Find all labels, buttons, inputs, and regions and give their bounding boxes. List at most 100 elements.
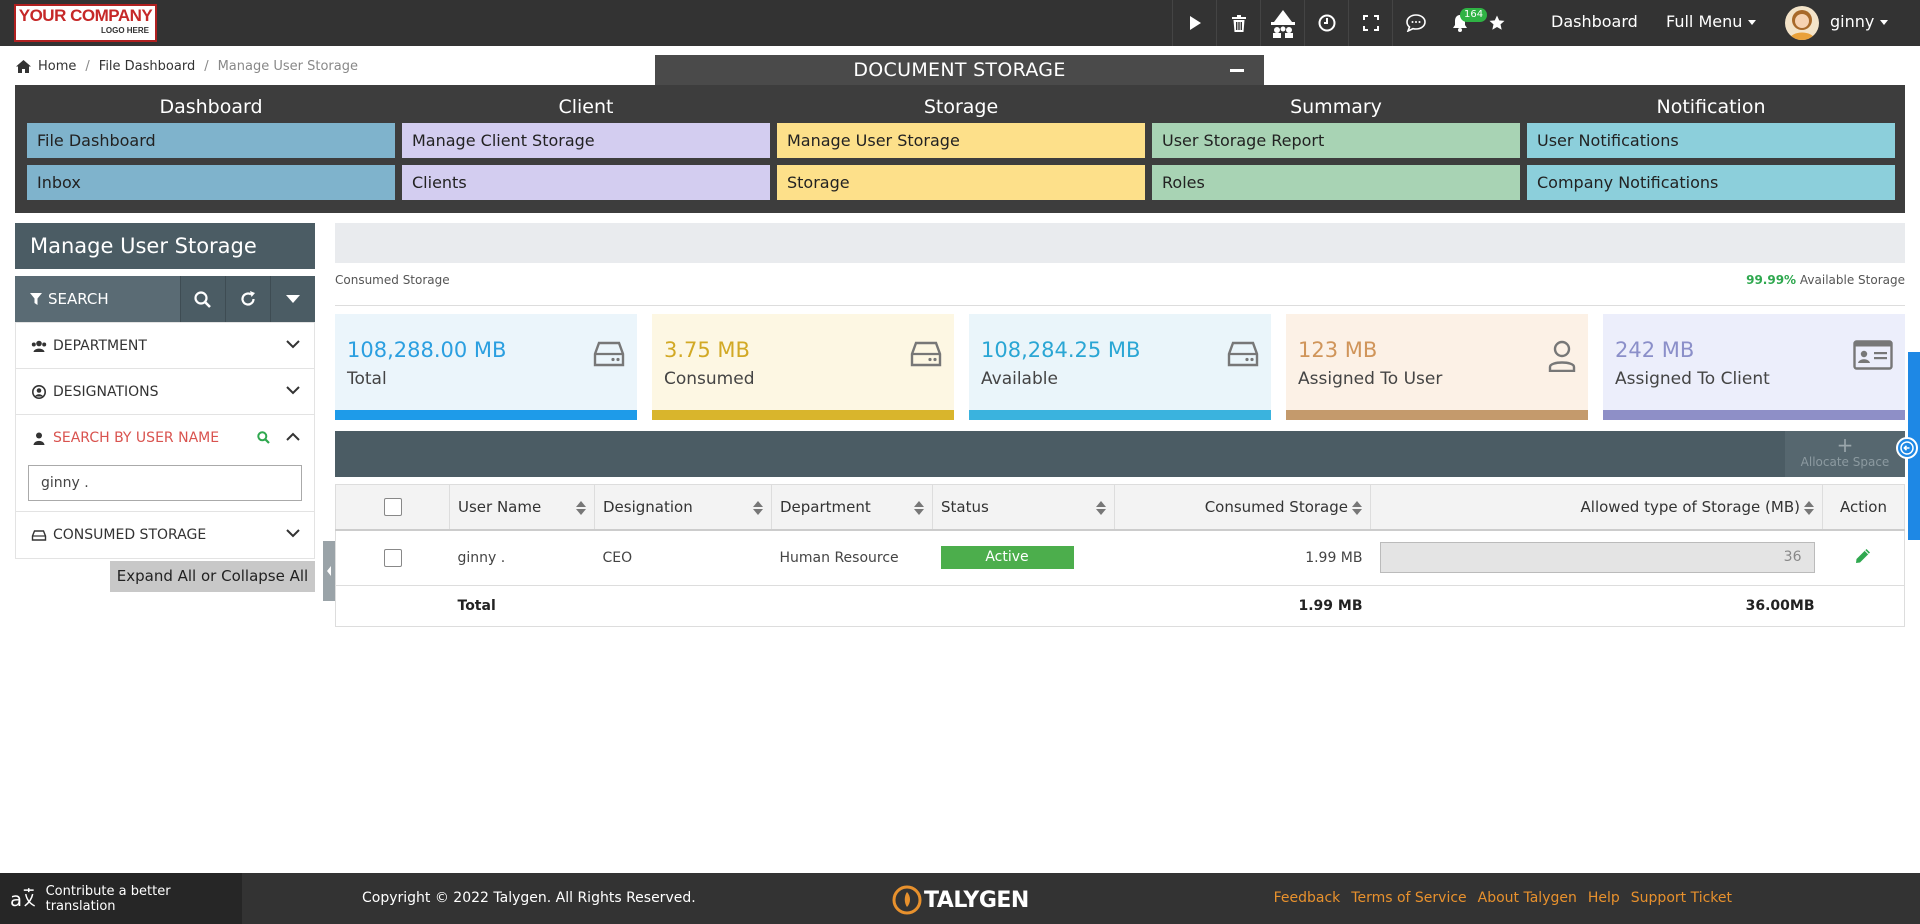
total-label: Total	[449, 585, 595, 627]
about-link[interactable]: About Talygen	[1478, 890, 1577, 906]
document-storage-title: DOCUMENT STORAGE	[655, 55, 1264, 85]
card-accent-bar	[652, 410, 954, 420]
search-bar: SEARCH	[15, 276, 315, 322]
card-label: Consumed	[664, 369, 755, 389]
total-allowed: 36.00MB	[1370, 585, 1823, 627]
row-checkbox[interactable]	[383, 548, 402, 567]
chevron-down-icon	[286, 386, 300, 395]
filter-search-by-user-name[interactable]: SEARCH BY USER NAME	[16, 415, 314, 461]
clock-icon[interactable]	[1304, 0, 1348, 46]
breadcrumb-file-dashboard[interactable]: File Dashboard	[99, 59, 195, 74]
search-button[interactable]	[180, 276, 224, 322]
drive-icon	[31, 529, 47, 541]
search-icon[interactable]	[257, 431, 270, 444]
col-consumed-storage[interactable]: Consumed Storage	[1114, 484, 1371, 531]
menu-item[interactable]: Manage User Storage	[777, 123, 1145, 158]
refresh-button[interactable]	[225, 276, 269, 322]
menu-column-client: Client Manage Client Storage Clients	[402, 85, 770, 200]
menu-item[interactable]: User Storage Report	[1152, 123, 1520, 158]
summary-card-available: 108,284.25 MB Available	[969, 314, 1271, 420]
user-icon	[1548, 340, 1576, 372]
menu-heading[interactable]: Client	[402, 85, 770, 123]
card-label: Assigned To User	[1298, 369, 1443, 389]
trash-icon[interactable]	[1216, 0, 1260, 46]
allowed-storage-input[interactable]: 36	[1379, 542, 1815, 574]
available-storage-label: 99.99% Available Storage	[1746, 273, 1905, 287]
filter-designations[interactable]: DESIGNATIONS	[16, 369, 314, 415]
table-toolbar: + Allocate Space	[335, 431, 1905, 477]
menu-item[interactable]: Roles	[1152, 165, 1520, 200]
menu-column-dashboard: Dashboard File Dashboard Inbox	[27, 85, 395, 200]
bell-icon[interactable]: 164	[1438, 0, 1488, 46]
search-options-button[interactable]	[270, 276, 314, 322]
allocate-space-button[interactable]: + Allocate Space	[1785, 431, 1905, 477]
user-name-input[interactable]: ginny .	[28, 465, 302, 501]
total-row: Total 1.99 MB 36.00MB	[335, 585, 1905, 627]
storage-progress-bar	[335, 223, 1905, 263]
card-label: Assigned To Client	[1615, 369, 1770, 389]
terms-link[interactable]: Terms of Service	[1351, 890, 1466, 906]
minimize-icon[interactable]	[1230, 69, 1244, 72]
avatar[interactable]	[1785, 6, 1819, 40]
edit-pencil-icon[interactable]	[1855, 548, 1871, 564]
menu-heading[interactable]: Notification	[1527, 85, 1895, 123]
sort-icon	[1352, 501, 1362, 515]
table-header-row: User Name Designation Department Status …	[335, 484, 1905, 531]
fullscreen-icon[interactable]	[1348, 0, 1392, 46]
dashboard-link[interactable]: Dashboard	[1551, 12, 1638, 31]
cell-consumed-storage: 1.99 MB	[1114, 529, 1371, 586]
col-department[interactable]: Department	[771, 484, 933, 531]
menu-item[interactable]: Storage	[777, 165, 1145, 200]
menu-item[interactable]: Company Notifications	[1527, 165, 1895, 200]
col-allowed-storage[interactable]: Allowed type of Storage (MB)	[1370, 484, 1823, 531]
total-consumed: 1.99 MB	[1114, 585, 1371, 627]
card-accent-bar	[335, 410, 637, 420]
col-designation[interactable]: Designation	[594, 484, 772, 531]
menu-item[interactable]: Manage Client Storage	[402, 123, 770, 158]
col-user-name[interactable]: User Name	[449, 484, 595, 531]
talygen-logo: TALYGEN	[892, 885, 1029, 915]
summary-card-total: 108,288.00 MB Total	[335, 314, 637, 420]
select-all-checkbox[interactable]	[383, 497, 402, 516]
filter-consumed-storage[interactable]: CONSUMED STORAGE	[16, 512, 314, 558]
plus-icon: +	[1836, 433, 1854, 457]
toolbar-icons: 164	[1172, 0, 1512, 46]
full-menu-dropdown[interactable]: Full Menu	[1666, 12, 1757, 31]
menu-item[interactable]: User Notifications	[1527, 123, 1895, 158]
play-icon[interactable]	[1172, 0, 1216, 46]
users-icon	[31, 340, 47, 352]
star-icon[interactable]	[1482, 0, 1512, 46]
footer: a Contribute a better translation Copyri…	[0, 873, 1920, 924]
help-link[interactable]: Help	[1588, 890, 1620, 906]
menu-item[interactable]: Clients	[402, 165, 770, 200]
chat-icon[interactable]	[1392, 0, 1438, 46]
menu-item[interactable]: Inbox	[27, 165, 395, 200]
menu-heading[interactable]: Dashboard	[27, 85, 395, 123]
back-arrow-icon[interactable]	[1896, 437, 1918, 459]
company-logo[interactable]: YOUR COMPANY LOGO HERE	[14, 4, 157, 42]
support-ticket-link[interactable]: Support Ticket	[1631, 890, 1732, 906]
wizard-icon[interactable]	[1260, 0, 1304, 46]
col-status[interactable]: Status	[932, 484, 1115, 531]
refresh-icon	[240, 291, 255, 306]
menu-column-storage: Storage Manage User Storage Storage	[777, 85, 1145, 200]
cell-department: Human Resource	[771, 529, 933, 586]
menu-heading[interactable]: Storage	[777, 85, 1145, 123]
user-circle-icon	[32, 384, 46, 399]
menu-item[interactable]: File Dashboard	[27, 123, 395, 158]
breadcrumb-home[interactable]: Home	[38, 59, 76, 74]
caret-down-icon	[1880, 20, 1889, 25]
expand-collapse-button[interactable]: Expand All or Collapse All	[110, 561, 315, 592]
sort-icon	[576, 501, 586, 515]
copyright-text: Copyright © 2022 Talygen. All Rights Res…	[362, 890, 696, 906]
translate-link[interactable]: a Contribute a better translation	[0, 873, 242, 924]
search-toggle[interactable]: SEARCH	[15, 276, 180, 322]
card-label: Total	[347, 369, 387, 389]
filter-department[interactable]: DEPARTMENT	[16, 323, 314, 369]
feedback-link[interactable]: Feedback	[1274, 890, 1341, 906]
user-menu[interactable]: ginny	[1830, 12, 1889, 31]
chevron-left-icon	[327, 566, 331, 576]
menu-heading[interactable]: Summary	[1152, 85, 1520, 123]
breadcrumb-current: Manage User Storage	[217, 59, 358, 74]
panel-collapse-handle[interactable]	[323, 541, 335, 601]
